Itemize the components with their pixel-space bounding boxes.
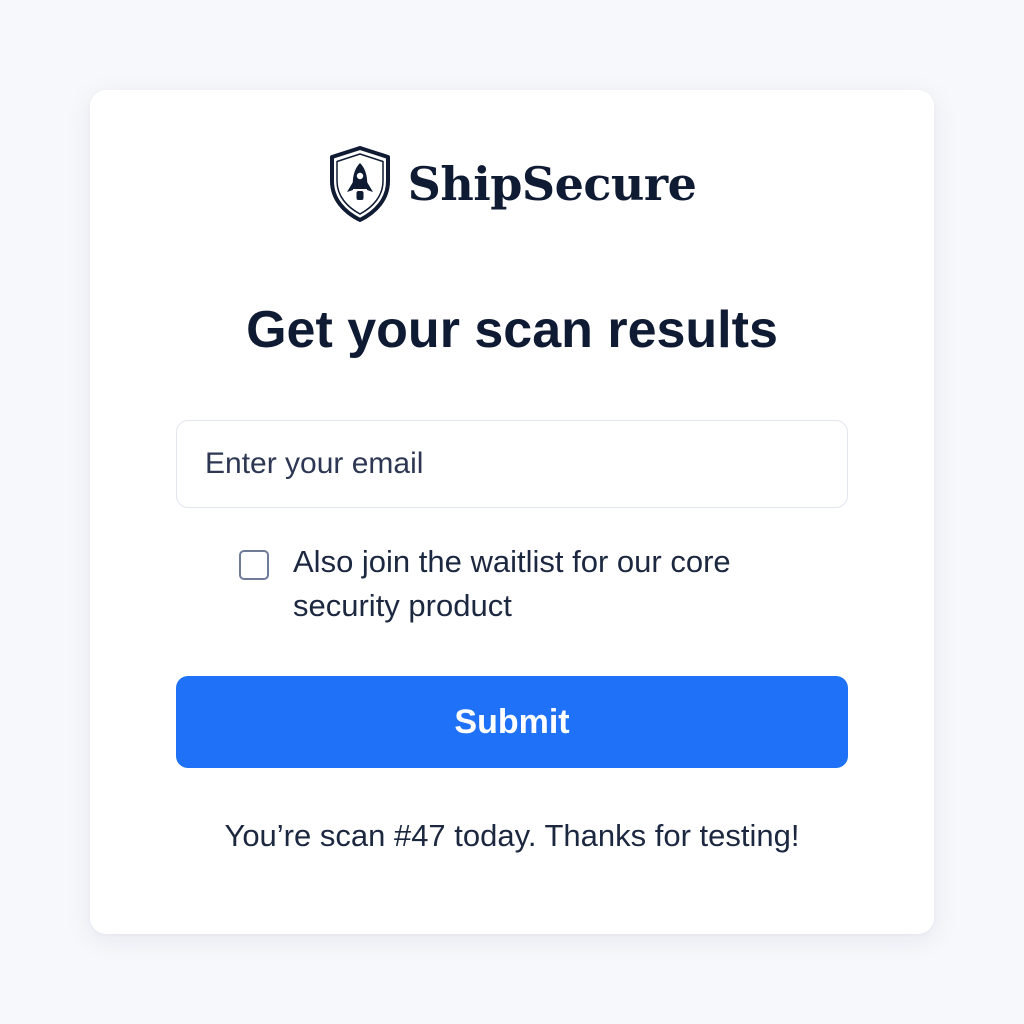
waitlist-checkbox[interactable] xyxy=(239,550,269,580)
brand-header: ShipSecure xyxy=(90,146,934,222)
waitlist-label[interactable]: Also join the waitlist for our core secu… xyxy=(293,540,799,628)
scan-count-message: You’re scan #47 today. Thanks for testin… xyxy=(224,818,800,853)
form-title: Get your scan results xyxy=(246,301,778,359)
brand-name: ShipSecure xyxy=(407,157,697,211)
shield-rocket-icon xyxy=(329,146,390,222)
waitlist-option[interactable]: Also join the waitlist for our core secu… xyxy=(239,540,799,628)
email-field[interactable] xyxy=(176,420,848,508)
signup-card: ShipSecure Get your scan results Also jo… xyxy=(90,90,934,934)
submit-button[interactable]: Submit xyxy=(176,676,848,768)
